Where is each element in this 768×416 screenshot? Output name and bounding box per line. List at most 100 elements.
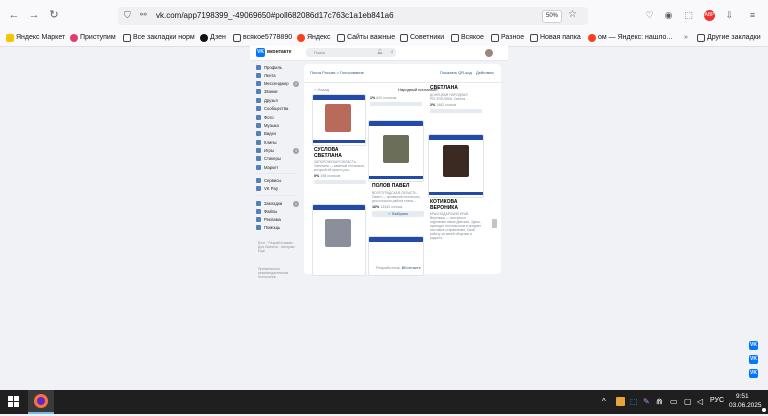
candidate-poster[interactable]: [368, 120, 424, 182]
extensions-icon[interactable]: ⬚: [683, 10, 694, 21]
sidebar-item-communities[interactable]: Сообщества: [256, 106, 288, 111]
wifi-icon[interactable]: ⋒: [656, 396, 663, 408]
bookmark-folder-advisors[interactable]: Советники: [400, 33, 444, 43]
account-icon[interactable]: ◉: [663, 10, 674, 21]
yandex-icon: [588, 34, 596, 42]
candidate-poster[interactable]: [312, 94, 366, 146]
candidate-poster[interactable]: [312, 204, 366, 276]
bookmark-pristupim[interactable]: Приступим: [70, 33, 116, 43]
friends-icon: [256, 98, 261, 103]
url-text[interactable]: vk.com/app7198399_-49069650#poll682086d1…: [156, 11, 394, 20]
bookmark-folder-new[interactable]: Новая папка: [530, 33, 581, 43]
bookmark-folder-sites[interactable]: Сайты важные: [337, 33, 395, 43]
star-bookmark-icon[interactable]: ☆: [568, 9, 577, 20]
sidebar-item-vkpay[interactable]: VK Pay: [256, 186, 278, 191]
sidebar-divider: [256, 195, 296, 196]
bookmark-folder-misc[interactable]: всякое5778890: [233, 33, 292, 43]
vk-logo-icon[interactable]: VK: [256, 48, 265, 57]
poster-region-bar: [429, 192, 483, 195]
bookmark-yandex-market[interactable]: Яндекс Маркет: [6, 33, 65, 43]
music-note-icon[interactable]: ♫: [390, 49, 394, 55]
address-bar[interactable]: ⛉ ⚯ vk.com/app7198399_-49069650#poll6820…: [118, 7, 588, 25]
adblock-icon[interactable]: ABP: [704, 10, 715, 21]
messenger-badge: 2: [293, 81, 299, 87]
zoom-level-badge[interactable]: 50%: [542, 10, 562, 23]
bookmark-other[interactable]: Другие закладки: [697, 33, 761, 43]
speaker-icon[interactable]: ◁: [697, 396, 703, 408]
candidate-poster[interactable]: [368, 236, 424, 276]
sidebar-item-music[interactable]: Музыка: [256, 123, 279, 128]
developer-link[interactable]: ВКонтакте: [402, 265, 421, 270]
user-avatar[interactable]: [485, 49, 493, 57]
actions-menu[interactable]: Действия: [476, 70, 494, 75]
clock-time[interactable]: 9:51: [736, 393, 749, 400]
windows-start-icon[interactable]: [2, 390, 26, 414]
sidebar-item-calls[interactable]: Звонки: [256, 89, 278, 94]
folder-app-icon[interactable]: [616, 397, 625, 406]
sidebar-item-feed[interactable]: Лента: [256, 73, 276, 78]
bookmarks-overflow-icon[interactable]: »: [684, 33, 688, 43]
pen-icon[interactable]: ✎: [643, 396, 650, 408]
bookmark-folder-raznoe[interactable]: Разное: [491, 33, 524, 43]
bookmark-yandex[interactable]: Яндекс: [297, 33, 331, 43]
bookmark-dzen[interactable]: Дзен: [200, 33, 226, 43]
app-developer-footer: Разработчик: ВКонтакте: [376, 265, 421, 270]
vk-side-icon[interactable]: VK: [749, 355, 758, 364]
vote-progress-bar[interactable]: [370, 102, 422, 106]
sidebar-item-clips[interactable]: Клипы: [256, 140, 277, 145]
sidebar-item-profile[interactable]: Профиль: [256, 65, 282, 70]
candidate-photo: [325, 104, 351, 132]
bookmark-folder-all[interactable]: Все закладки норм: [123, 33, 195, 43]
notification-dot-icon[interactable]: [762, 408, 766, 412]
poster-stripe: [369, 121, 423, 126]
sidebar-item-messenger[interactable]: Мессенджер: [256, 81, 289, 86]
back-arrow-icon[interactable]: ←: [8, 9, 20, 21]
input-language[interactable]: РУС: [710, 397, 724, 404]
sidebar-item-games[interactable]: Игры: [256, 148, 274, 153]
menu-icon[interactable]: ≡: [747, 10, 758, 21]
vote-selected-button[interactable]: ✓ Выбрано: [372, 210, 424, 217]
sidebar-item-help[interactable]: Помощь: [256, 225, 280, 230]
sidebar-item-ads[interactable]: Реклама: [256, 217, 281, 222]
clock-date[interactable]: 03.06.2025: [729, 402, 762, 409]
reload-icon[interactable]: ↻: [48, 9, 60, 21]
sidebar-item-files[interactable]: Файлы: [256, 209, 277, 214]
snip-tool-icon[interactable]: ⬚: [630, 396, 638, 408]
vk-side-icon[interactable]: VK: [749, 341, 758, 350]
notifications-bell-icon[interactable]: 🔔︎: [377, 49, 383, 55]
vk-side-icon[interactable]: VK: [749, 369, 758, 378]
vote-progress-bar[interactable]: [430, 108, 482, 113]
battery-icon[interactable]: ▭: [670, 396, 678, 408]
sidebar-item-video[interactable]: Видео: [256, 131, 276, 136]
candidate-votes: 2% 1482 голоса: [430, 102, 457, 107]
firefox-taskbar-button[interactable]: [28, 390, 54, 414]
pocket-icon[interactable]: ♡: [644, 10, 655, 21]
sidebar-item-market[interactable]: Маркет: [256, 165, 278, 170]
vk-wordmark[interactable]: вконтакте: [267, 49, 292, 55]
folder-icon: [123, 34, 131, 42]
download-icon[interactable]: ⇩: [724, 10, 735, 21]
qr-code-link[interactable]: Показать QR-код: [440, 70, 472, 75]
vote-progress-bar[interactable]: [314, 180, 366, 184]
sidebar-footer-links[interactable]: Блог · Разработчикам · Для бизнеса · Авт…: [258, 241, 300, 253]
sidebar-divider: [256, 173, 296, 174]
folder-icon: [697, 34, 705, 42]
sidebar-item-services[interactable]: Сервисы: [256, 178, 281, 183]
page-settings-icon[interactable]: ⚯: [140, 10, 147, 19]
sidebar-item-friends[interactable]: Друзья: [256, 98, 278, 103]
bookmark-yandex-search[interactable]: ом — Яндекс: нашло...: [588, 33, 672, 43]
firefox-icon: [34, 394, 48, 408]
bookmark-folder-vsyakoe[interactable]: Всякое: [451, 33, 484, 43]
back-link[interactable]: < Назад: [314, 87, 329, 92]
scrollbar-thumb[interactable]: [492, 219, 497, 228]
sidebar-item-stickers[interactable]: Стикеры: [256, 156, 281, 161]
sidebar-item-photos[interactable]: Фото: [256, 115, 274, 120]
chevron-up-icon[interactable]: ^: [602, 396, 606, 408]
monitor-icon[interactable]: ▢: [684, 396, 692, 408]
forward-arrow-icon[interactable]: →: [28, 9, 40, 21]
shield-icon[interactable]: ⛉: [124, 10, 131, 21]
candidate-poster[interactable]: [428, 134, 484, 198]
sidebar-item-bookmarks[interactable]: Закладки: [256, 201, 282, 206]
services-icon: [256, 178, 261, 183]
breadcrumb[interactable]: Почта России > Голосование: [310, 70, 364, 75]
